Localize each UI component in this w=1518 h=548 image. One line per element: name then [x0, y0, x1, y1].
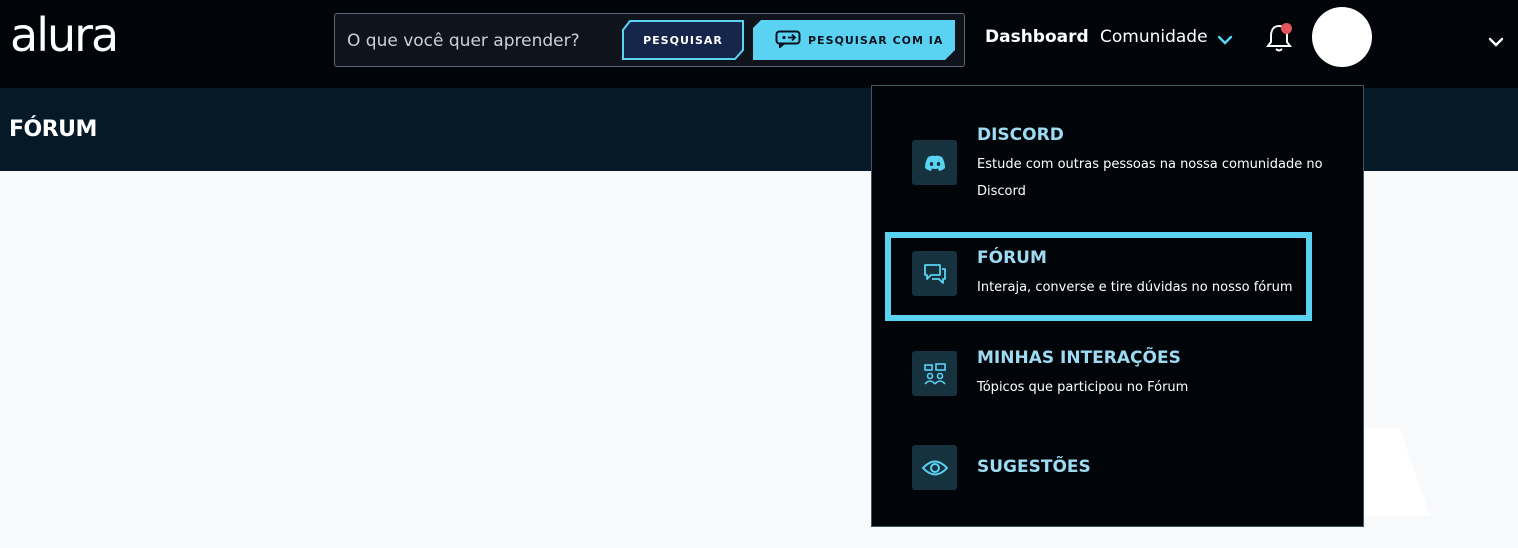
interactions-icon — [912, 351, 957, 396]
ai-search-button-label: PESQUISAR COM IA — [808, 33, 944, 47]
ai-search-button[interactable]: PESQUISAR COM IA — [753, 20, 955, 60]
ai-chat-icon — [775, 30, 801, 52]
community-dropdown-menu: DISCORD Estude com outras pessoas na nos… — [871, 85, 1364, 527]
menu-item-description: Tópicos que participou no Fórum — [977, 380, 1189, 395]
menu-item-title: DISCORD — [977, 125, 1064, 145]
chevron-down-icon[interactable] — [1217, 30, 1233, 49]
selection-highlight — [885, 232, 1312, 321]
menu-item-title: SUGESTÕES — [977, 457, 1091, 477]
decorative-shape — [1360, 428, 1430, 516]
notification-badge — [1281, 23, 1292, 34]
menu-item-description: Estude com outras pessoas na nossa comun… — [977, 157, 1323, 199]
user-menu-chevron-icon[interactable] — [1488, 32, 1504, 51]
discord-icon — [912, 140, 957, 185]
menu-item-discord[interactable]: DISCORD Estude com outras pessoas na nos… — [872, 116, 1363, 206]
search-button[interactable]: PESQUISAR — [622, 20, 744, 60]
search-button-label: PESQUISAR — [643, 33, 723, 47]
avatar[interactable] — [1312, 7, 1372, 67]
menu-item-sugestoes[interactable]: SUGESTÕES — [872, 436, 1363, 501]
top-navbar: alura PESQUISAR PESQUISAR COM IA — [0, 0, 1518, 88]
menu-item-title: MINHAS INTERAÇÕES — [977, 348, 1181, 368]
search-input[interactable] — [347, 26, 617, 56]
eye-icon — [912, 445, 957, 490]
alura-logo[interactable]: alura — [10, 8, 119, 62]
nav-comunidade-link[interactable]: Comunidade — [1100, 27, 1208, 47]
menu-item-minhas-interacoes[interactable]: MINHAS INTERAÇÕES Tópicos que participou… — [872, 341, 1363, 411]
search-bar: PESQUISAR PESQUISAR COM IA — [334, 13, 965, 67]
nav-dashboard-link[interactable]: Dashboard — [985, 27, 1089, 47]
page-title: FÓRUM — [9, 117, 97, 142]
